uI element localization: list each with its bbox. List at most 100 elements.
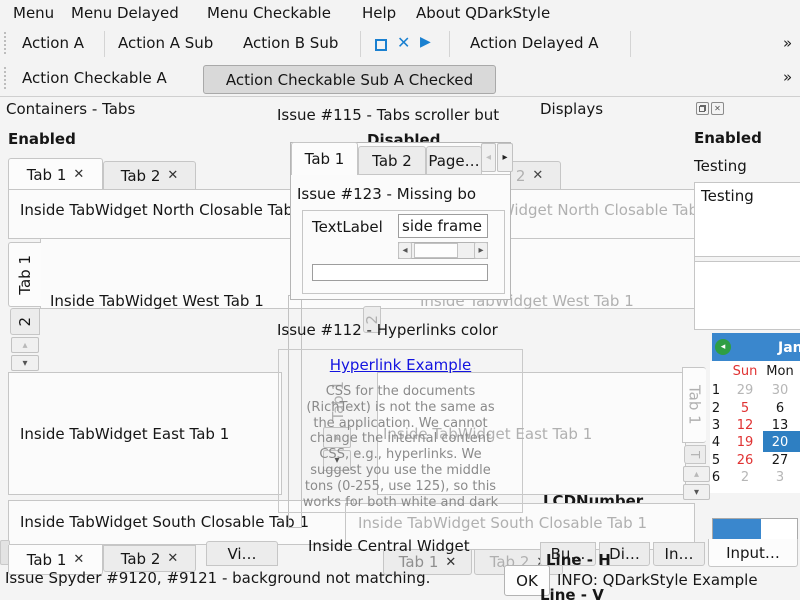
calendar-day[interactable]: 30: [762, 383, 798, 398]
play-icon[interactable]: ▶: [420, 34, 431, 50]
toolbar-separator: [449, 31, 450, 57]
tab-east-1-disabled: Tab 1: [682, 367, 706, 443]
displays-enabled-header: Enabled: [694, 129, 762, 147]
toolbar-separator: [630, 31, 631, 57]
action-a-sub-button[interactable]: Action A Sub: [118, 34, 213, 52]
hyperlink-example-link[interactable]: Hyperlink Example: [330, 356, 471, 374]
calendar-day[interactable]: 26: [730, 453, 760, 468]
action-a-button[interactable]: Action A: [22, 34, 84, 52]
fw112-paragraph: CSS for the documents (RichText) is not …: [283, 384, 518, 510]
dock-close-icon[interactable]: ✕: [711, 102, 724, 115]
calendar-day-selected[interactable]: 20: [762, 435, 798, 450]
fw115-tab-page[interactable]: Page…: [426, 146, 482, 175]
tab-close-icon[interactable]: ✕: [73, 167, 84, 182]
enabled-header: Enabled: [8, 130, 76, 148]
calendar-day[interactable]: 27: [762, 453, 798, 468]
tab-east-partial: T: [684, 445, 706, 464]
text-edit[interactable]: Testing: [694, 182, 800, 257]
calendar-day[interactable]: 6: [762, 401, 798, 416]
tab-west-2[interactable]: 2: [10, 308, 40, 335]
displays-label: Testing: [694, 157, 747, 175]
calendar-week-number: 4: [710, 435, 722, 450]
checked-button-label: Action Checkable Sub A Checked: [226, 71, 473, 89]
toolbar-extend-icon[interactable]: »: [783, 34, 792, 52]
north-content: Inside TabWidget North Closable Tab 1: [20, 201, 307, 219]
tab-close-icon[interactable]: ✕: [73, 552, 84, 567]
line-edit-value: side frame: [402, 217, 482, 235]
dock-tab-input-active[interactable]: Input…: [708, 539, 798, 567]
tab-north-2[interactable]: Tab 2✕: [103, 161, 196, 190]
calendar-week-number: 6: [710, 470, 722, 485]
menu-item-about[interactable]: About QDarkStyle: [416, 4, 550, 22]
fw115-tab-1[interactable]: Tab 1: [291, 142, 358, 175]
scrollbar-left-button[interactable]: ◂: [398, 242, 412, 259]
tab-close-icon[interactable]: ✕: [167, 168, 178, 183]
calendar-day[interactable]: 12: [730, 418, 760, 433]
scrollbar-handle[interactable]: [414, 243, 458, 258]
calendar-day-header-sun: Sun: [730, 364, 760, 379]
progress-bar-fill: [713, 519, 761, 541]
calendar-week-number: 1: [710, 383, 722, 398]
tab-close-icon: ✕: [445, 555, 456, 570]
calendar-day-header-mon: Mon: [762, 364, 798, 379]
fw115-title: Issue #115 - Tabs scroller but: [277, 106, 499, 124]
calendar-prev-month-button[interactable]: ◂: [715, 339, 731, 355]
line-v-header: Line - V: [540, 586, 604, 600]
dock-tab-views[interactable]: Vi…: [206, 541, 278, 566]
line-h-header: Line - H: [546, 551, 611, 569]
dock-float-icon[interactable]: [696, 102, 709, 115]
calendar-day[interactable]: 5: [730, 401, 760, 416]
toolbar-extend-icon[interactable]: »: [783, 68, 792, 86]
tab-scroll-down-button[interactable]: ▾: [11, 355, 39, 371]
fw123-line-edit[interactable]: side frame: [398, 214, 488, 238]
tab-north-1[interactable]: Tab 1✕: [8, 158, 103, 190]
calendar-week-number: 5: [710, 453, 722, 468]
tab-scroll-right-button[interactable]: ▸: [497, 143, 513, 172]
menu-item-menu[interactable]: Menu: [13, 4, 54, 22]
toolbar-drag-handle[interactable]: [4, 32, 6, 54]
menu-item-menu-delayed[interactable]: Menu Delayed: [71, 4, 179, 22]
calendar-week-number: 2: [710, 401, 722, 416]
toolbar-separator: [360, 31, 361, 57]
calendar-day[interactable]: 19: [730, 435, 760, 450]
close-action-icon[interactable]: ✕: [397, 33, 410, 52]
east-content: Inside TabWidget East Tab 1: [20, 425, 229, 443]
tab-scroll-up-button[interactable]: ▴: [11, 337, 39, 353]
calendar-day[interactable]: 3: [762, 470, 798, 485]
text-edit-empty[interactable]: [694, 261, 800, 330]
app-window: Menu Menu Delayed Menu Checkable Help Ab…: [0, 0, 800, 600]
dock-tab-inputs[interactable]: In…: [653, 542, 705, 566]
calendar-day[interactable]: 2: [730, 470, 760, 485]
statusbar-message: Issue Spyder #9120, #9121 - background n…: [5, 569, 430, 587]
tab-west-1[interactable]: Tab 1: [8, 242, 41, 307]
scrollbar-right-button[interactable]: ▸: [474, 242, 488, 259]
south-content-disabled: Inside TabWidget South Closable Tab 1: [358, 514, 647, 532]
fw123-line-edit-empty[interactable]: [312, 264, 488, 281]
fw115-tab-2[interactable]: Tab 2: [358, 146, 426, 175]
action-b-sub-button[interactable]: Action B Sub: [243, 34, 338, 52]
fw112-title: Issue #112 - Hyperlinks color: [277, 321, 498, 339]
restore-window-icon[interactable]: [375, 39, 387, 51]
toolbar-separator: [104, 31, 105, 57]
south-content: Inside TabWidget South Closable Tab 1: [20, 513, 309, 531]
tab-close-icon[interactable]: ✕: [167, 551, 178, 566]
action-checkable-sub-checked-button[interactable]: Action Checkable Sub A Checked: [203, 65, 496, 94]
calendar-week-number: 3: [710, 418, 722, 433]
fw123-text-label: TextLabel: [312, 218, 383, 236]
tab-south-2[interactable]: Tab 2✕: [103, 545, 196, 572]
dock-title-displays: Displays: [540, 100, 603, 118]
tab-scroll-up-button[interactable]: ▴: [683, 466, 710, 482]
west-content: Inside TabWidget West Tab 1: [50, 292, 264, 310]
tab-scroll-left-button[interactable]: ◂: [481, 143, 496, 172]
action-checkable-a-button[interactable]: Action Checkable A: [22, 69, 167, 87]
calendar-day[interactable]: 13: [762, 418, 798, 433]
calendar-month-label[interactable]: Jan: [778, 340, 800, 356]
calendar-day[interactable]: 29: [730, 383, 760, 398]
tab-scroll-down-button[interactable]: ▾: [683, 484, 710, 500]
menu-item-help[interactable]: Help: [362, 4, 396, 22]
action-delayed-a-button[interactable]: Action Delayed A: [470, 34, 599, 52]
tab-close-icon: ✕: [532, 168, 543, 183]
toolbar-drag-handle[interactable]: [4, 67, 6, 89]
fw123-title: Issue #123 - Missing bo: [297, 185, 476, 203]
menu-item-menu-checkable[interactable]: Menu Checkable: [207, 4, 331, 22]
